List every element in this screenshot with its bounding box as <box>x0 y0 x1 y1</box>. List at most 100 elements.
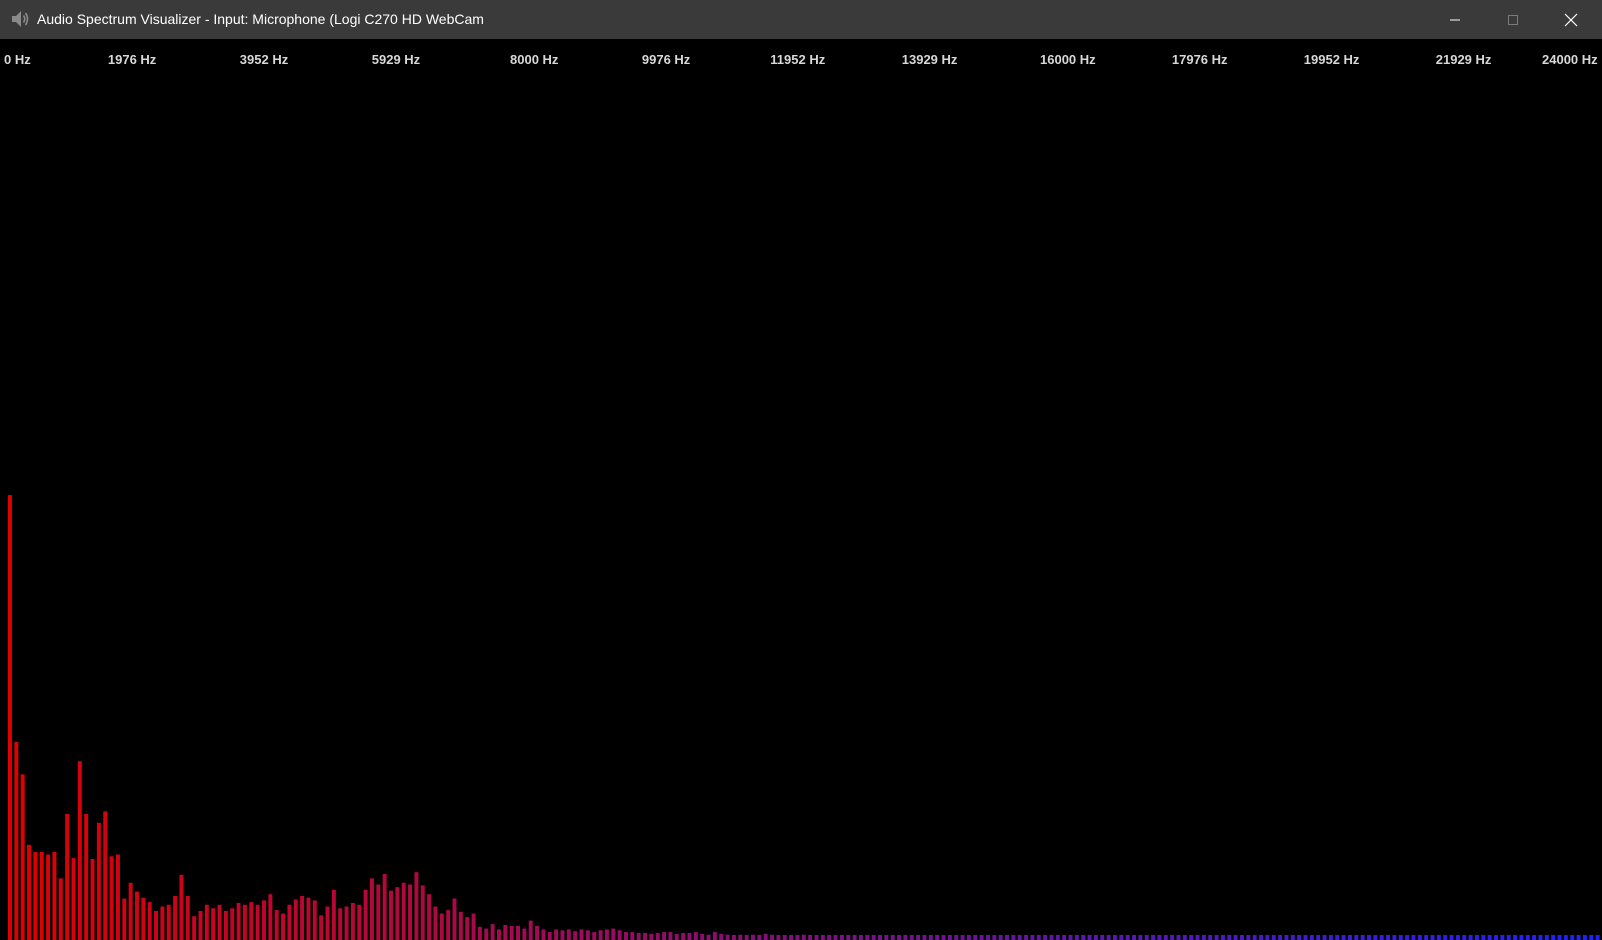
spectrum-bar <box>941 935 946 940</box>
spectrum-bar <box>1563 935 1568 940</box>
spectrum-bar <box>814 935 819 940</box>
spectrum-bar <box>516 925 520 940</box>
spectrum-bar <box>757 935 762 940</box>
spectrum-bar <box>858 935 863 940</box>
spectrum-bar <box>1005 935 1009 940</box>
spectrum-bar <box>1227 935 1232 940</box>
spectrum-bar <box>992 935 997 940</box>
spectrum-bar <box>1487 935 1492 940</box>
spectrum-bar <box>1341 935 1346 940</box>
spectrum-bar <box>1354 935 1359 940</box>
spectrum-bar <box>1271 935 1276 940</box>
maximize-button[interactable] <box>1484 0 1542 39</box>
spectrum-bar <box>369 878 374 940</box>
spectrum-bar <box>1030 935 1035 940</box>
spectrum-bar <box>128 882 133 940</box>
close-button[interactable] <box>1542 0 1600 39</box>
spectrum-bar <box>166 904 171 940</box>
spectrum-bar <box>1373 935 1378 940</box>
spectrum-bar <box>1525 935 1530 940</box>
spectrum-bar <box>1252 935 1257 940</box>
spectrum-bar <box>433 906 438 940</box>
spectrum-bar <box>1182 935 1187 940</box>
spectrum-bar <box>1538 935 1543 940</box>
spectrum-bar <box>897 935 902 940</box>
spectrum-bar <box>490 924 495 940</box>
spectrum-bar <box>331 889 336 940</box>
spectrum-bar <box>585 930 590 940</box>
frequency-tick-label: 21929 Hz <box>1435 52 1492 67</box>
spectrum-bar <box>681 932 686 940</box>
minimize-button[interactable] <box>1426 0 1484 39</box>
spectrum-bar <box>389 890 393 940</box>
spectrum-bar <box>1551 935 1556 940</box>
spectrum-bar <box>1316 935 1321 940</box>
title-bar[interactable]: Audio Spectrum Visualizer - Input: Micro… <box>0 0 1602 39</box>
spectrum-bar <box>719 933 724 940</box>
spectrum-bar <box>1144 935 1149 940</box>
spectrum-bar <box>998 935 1003 940</box>
spectrum-bar <box>1474 935 1479 940</box>
spectrum-bar <box>179 874 184 940</box>
spectrum-bar <box>395 887 400 940</box>
spectrum-bar <box>497 929 501 940</box>
spectrum-bar <box>852 935 857 940</box>
spectrum-bar <box>1024 935 1029 940</box>
spectrum-bar <box>1259 935 1264 940</box>
spectrum-bar <box>427 894 432 940</box>
maximize-icon <box>1507 14 1519 26</box>
spectrum-bar <box>801 934 806 940</box>
spectrum-bar <box>1170 935 1175 940</box>
spectrum-bar <box>357 904 362 940</box>
spectrum-bar <box>1113 935 1117 940</box>
spectrum-bar <box>1125 935 1130 940</box>
spectrum-bar <box>8 495 12 940</box>
spectrum-bar <box>751 934 755 940</box>
spectrum-bar <box>1087 935 1092 940</box>
spectrum-bar <box>109 856 114 940</box>
spectrum-bar <box>554 929 559 940</box>
spectrum-bar <box>325 906 330 940</box>
spectrum-bar <box>255 904 260 940</box>
speaker-icon <box>10 8 32 30</box>
spectrum-bar <box>947 935 952 940</box>
spectrum-bar <box>579 929 584 940</box>
spectrum-bar <box>1246 935 1251 940</box>
spectrum-bar <box>725 934 730 940</box>
spectrum-bar <box>1068 935 1073 940</box>
spectrum-bar <box>135 891 139 940</box>
spectrum-bar <box>1595 935 1600 940</box>
spectrum-bar <box>122 898 127 940</box>
spectrum-bar <box>935 935 940 940</box>
spectrum-bar <box>1278 935 1283 940</box>
spectrum-bar <box>293 899 298 940</box>
spectrum-bar <box>1081 935 1086 940</box>
spectrum-bar <box>1506 935 1511 940</box>
spectrum-bar <box>1557 935 1562 940</box>
spectrum-bar <box>833 935 838 940</box>
spectrum-bar <box>604 929 609 940</box>
spectrum-bar <box>408 884 413 940</box>
spectrum-bar <box>230 908 235 940</box>
spectrum-bar <box>808 935 813 940</box>
spectrum-bar <box>1328 935 1333 940</box>
spectrum-bar <box>1379 935 1384 940</box>
spectrum-bar <box>376 884 381 940</box>
spectrum-bar <box>1049 935 1054 940</box>
spectrum-bar <box>839 935 844 940</box>
spectrum-bar <box>173 895 178 940</box>
spectrum-bar <box>636 932 641 940</box>
window-title: Audio Spectrum Visualizer - Input: Micro… <box>37 11 484 27</box>
spectrum-bar <box>262 900 266 940</box>
spectrum-bar <box>1430 935 1435 940</box>
spectrum-bar <box>1189 935 1194 940</box>
spectrum-bar <box>160 906 165 940</box>
spectrum-bar <box>401 882 406 940</box>
spectrum-bar <box>547 932 552 940</box>
frequency-tick-label: 11952 Hz <box>770 52 826 67</box>
spectrum-bar <box>1290 935 1295 940</box>
spectrum-bar <box>706 934 711 940</box>
spectrum-bar <box>1570 935 1575 940</box>
spectrum-bar <box>630 932 635 940</box>
spectrum-bar <box>65 814 70 940</box>
